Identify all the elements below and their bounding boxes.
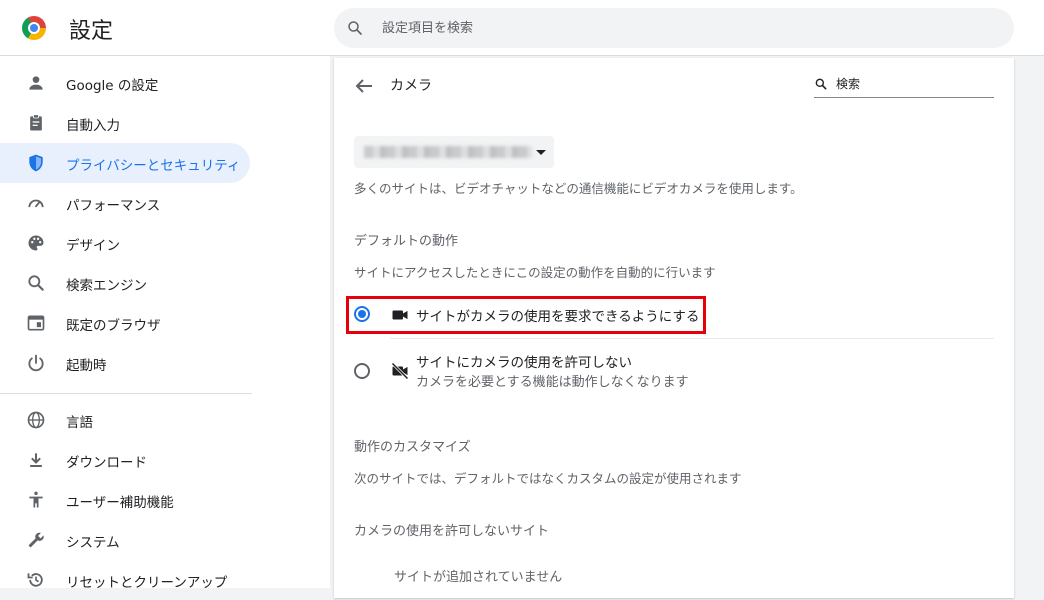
download-icon — [30, 453, 42, 467]
camera-settings-card: カメラ 多くのサイトは、ビデオチャットなどの通信機能にビデオカメラを使用します。… — [334, 58, 1014, 598]
sidebar-item-label: ダウンロード — [66, 455, 147, 471]
radio-option-block[interactable]: サイトにカメラの使用を許可しない カメラを必要とする機能は動作しなくなります — [334, 346, 1014, 390]
sidebar-item-languages[interactable]: 言語 — [0, 400, 250, 440]
radio-block-label: サイトにカメラの使用を許可しない — [416, 355, 632, 371]
person-icon — [29, 76, 43, 90]
sidebar-item-privacy-security[interactable]: プライバシーとセキュリティ — [0, 143, 250, 183]
speedometer-icon — [28, 199, 44, 208]
radio-block-sublabel: カメラを必要とする機能は動作しなくなります — [416, 375, 689, 390]
camera-off-icon — [391, 362, 409, 380]
sidebar-item-label: 起動時 — [66, 358, 107, 374]
customize-description: 次のサイトでは、デフォルトではなくカスタムの設定が使用されます — [354, 471, 742, 486]
blocked-sites-empty: サイトが追加されていません — [394, 570, 563, 585]
top-bar: 設定 — [0, 0, 1044, 56]
sidebar: Google の設定 自動入力 プライバシーとセキュリティ パフォーマンス デザ… — [0, 56, 330, 591]
search-icon — [815, 78, 827, 90]
sidebar-item-accessibility[interactable]: ユーザー補助機能 — [0, 480, 250, 520]
default-behavior-heading: デフォルトの動作 — [354, 234, 459, 249]
sidebar-item-reset[interactable]: リセットとクリーンアップ — [0, 560, 250, 600]
sidebar-item-downloads[interactable]: ダウンロード — [0, 440, 250, 480]
power-icon — [28, 354, 44, 372]
camera-description: 多くのサイトは、ビデオチャットなどの通信機能にビデオカメラを使用します。 — [354, 181, 803, 196]
sidebar-item-google[interactable]: Google の設定 — [0, 63, 250, 103]
settings-search-box[interactable] — [334, 8, 1014, 48]
blocked-sites-heading: カメラの使用を許可しないサイト — [354, 524, 550, 539]
option-divider — [390, 338, 994, 339]
back-arrow-icon[interactable] — [352, 74, 376, 98]
camera-search-box[interactable] — [814, 72, 994, 98]
chevron-down-icon — [536, 150, 546, 155]
radio-block[interactable] — [354, 363, 370, 379]
sidebar-item-label: リセットとクリーンアップ — [66, 575, 228, 591]
sidebar-item-on-startup[interactable]: 起動時 — [0, 343, 250, 383]
app-title: 設定 — [69, 19, 114, 44]
sidebar-item-performance[interactable]: パフォーマンス — [0, 183, 250, 223]
sidebar-item-system[interactable]: システム — [0, 520, 250, 560]
default-behavior-description: サイトにアクセスしたときにこの設定の動作を自動的に行います — [354, 265, 716, 280]
wrench-icon — [28, 532, 44, 548]
page-title: カメラ — [390, 78, 432, 94]
sidebar-item-autofill[interactable]: 自動入力 — [0, 103, 250, 143]
shield-icon — [29, 154, 43, 172]
camera-device-name-redacted — [364, 146, 532, 158]
search-icon — [28, 275, 44, 291]
accessibility-icon — [29, 491, 43, 508]
chrome-logo-icon — [22, 16, 46, 40]
globe-icon — [27, 411, 45, 429]
palette-icon — [28, 235, 44, 251]
settings-search-input[interactable] — [380, 17, 980, 39]
camera-search-input[interactable] — [834, 74, 990, 94]
sidebar-item-label: Google の設定 — [66, 78, 159, 94]
search-icon — [348, 21, 362, 35]
sidebar-item-label: プライバシーとセキュリティ — [66, 158, 241, 174]
clipboard-icon — [30, 114, 42, 131]
customize-heading: 動作のカスタマイズ — [354, 440, 471, 455]
camera-device-dropdown[interactable] — [354, 136, 554, 168]
sidebar-divider — [0, 393, 252, 394]
browser-window-icon — [27, 315, 45, 331]
sidebar-item-appearance[interactable]: デザイン — [0, 223, 250, 263]
sidebar-item-label: 検索エンジン — [66, 278, 147, 294]
sidebar-item-default-browser[interactable]: 既定のブラウザ — [0, 303, 250, 343]
sidebar-item-label: 既定のブラウザ — [66, 318, 161, 334]
reset-icon — [27, 573, 43, 587]
highlight-box — [346, 296, 706, 334]
sidebar-item-label: ユーザー補助機能 — [66, 495, 174, 511]
sidebar-item-label: パフォーマンス — [66, 198, 161, 214]
sidebar-item-label: システム — [66, 535, 120, 551]
sidebar-item-label: デザイン — [66, 238, 120, 254]
sidebar-item-label: 自動入力 — [66, 118, 120, 134]
sidebar-item-search-engine[interactable]: 検索エンジン — [0, 263, 250, 303]
sidebar-item-label: 言語 — [66, 415, 93, 431]
